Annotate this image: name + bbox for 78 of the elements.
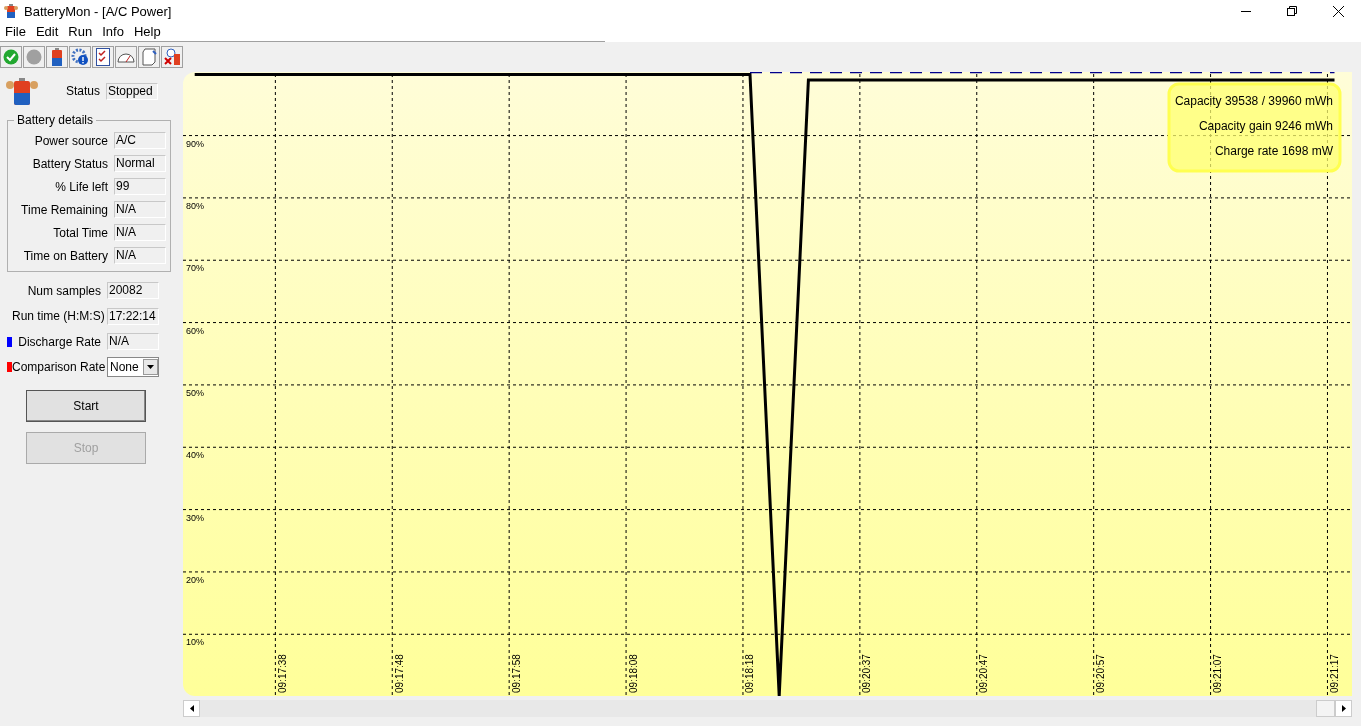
field-label: Comparison Rate (12, 360, 107, 375)
field-label: Num samples (26, 283, 102, 298)
scroll-icon (141, 48, 157, 66)
value-field: A/C (114, 132, 166, 149)
scroll-right-button[interactable] (1335, 700, 1352, 717)
y-tick-label: 90% (186, 138, 204, 149)
checklist-icon (96, 48, 110, 66)
y-tick-label: 40% (186, 450, 204, 461)
gauge-tool-button[interactable] (115, 46, 137, 68)
x-tick-label: 09:21:17 (1328, 654, 1340, 693)
y-tick-label: 80% (186, 200, 204, 211)
legend-text: Capacity 39538 / 39960 mWh (1174, 94, 1333, 108)
check-circle-icon (3, 49, 19, 65)
menu-item[interactable]: Edit (30, 22, 64, 41)
caret-icon (147, 365, 154, 370)
left-arrow-icon (189, 705, 194, 712)
menu-item[interactable]: File (0, 22, 31, 41)
value-field: N/A (114, 247, 166, 264)
window-title: BatteryMon - [A/C Power] (24, 3, 172, 19)
y-tick-label: 20% (186, 574, 204, 585)
x-tick-label: 09:20:37 (861, 654, 873, 693)
close-icon[interactable] (1332, 5, 1344, 17)
field-label: Power source (33, 133, 109, 148)
battery-alert-icon (163, 48, 181, 66)
x-tick-label: 09:17:48 (393, 654, 405, 693)
value-field: 20082 (107, 282, 159, 300)
action-button[interactable]: Start (26, 390, 146, 422)
menu-item[interactable]: Help (128, 22, 166, 41)
x-tick-label: 09:18:08 (627, 654, 639, 693)
minimize-icon[interactable] (1241, 10, 1251, 12)
settings-tool-button[interactable] (69, 46, 91, 68)
right-arrow-icon (1341, 705, 1346, 712)
field-label: Time on Battery (22, 248, 109, 263)
x-tick-label: 09:17:58 (510, 654, 522, 693)
field-label: Battery Status (31, 156, 109, 171)
start-tool-button[interactable] (0, 46, 22, 68)
x-tick-label: 09:21:07 (1212, 654, 1224, 693)
battery-tool-button[interactable] (46, 46, 68, 68)
menu-item[interactable]: Info (97, 22, 129, 41)
field-label: Discharge Rate (17, 334, 102, 349)
scrollbar-thumb[interactable] (1316, 700, 1335, 717)
gear-icon (71, 48, 89, 66)
y-tick-label: 70% (186, 263, 204, 274)
field-label: Total Time (52, 225, 109, 240)
app-icon (4, 3, 18, 19)
value-field: Normal (114, 155, 166, 172)
value-field: N/A (107, 333, 159, 351)
gauge-icon (117, 51, 135, 63)
x-tick-label: 09:17:38 (276, 654, 288, 693)
x-tick-label: 09:20:47 (978, 654, 990, 693)
scroll-tool-button[interactable] (138, 46, 160, 68)
dropdown[interactable]: None (107, 357, 159, 378)
group-title: Battery details (14, 113, 97, 127)
menu-item[interactable]: Run (63, 22, 98, 41)
field-label: Run time (H:M:S) (12, 309, 106, 324)
y-tick-label: 10% (186, 637, 204, 648)
status-field: Stopped (106, 82, 158, 100)
battery-mascot-icon (5, 76, 39, 106)
scroll-left-button[interactable] (183, 700, 200, 717)
legend-text: Capacity gain 9246 mWh (1198, 119, 1333, 133)
legend-text: Charge rate 1698 mW (1214, 144, 1333, 158)
y-tick-label: 30% (186, 512, 204, 523)
circle-icon (26, 49, 42, 65)
battery-icon (51, 48, 63, 66)
value-field: N/A (114, 224, 166, 241)
field-label: Status (64, 84, 101, 98)
restore-icon[interactable] (1287, 6, 1297, 16)
value-field: N/A (114, 201, 166, 218)
x-tick-label: 09:18:18 (744, 654, 756, 693)
checklist-tool-button[interactable] (92, 46, 114, 68)
y-tick-label: 60% (186, 325, 204, 336)
field-label: Time Remaining (20, 202, 109, 217)
battery-alert-tool-button[interactable] (161, 46, 183, 68)
field-label: % Life left (54, 179, 109, 194)
value-field: 99 (114, 178, 166, 195)
y-tick-label: 50% (186, 387, 204, 398)
value-field: 17:22:14 (107, 307, 159, 325)
x-tick-label: 09:20:57 (1095, 654, 1107, 693)
